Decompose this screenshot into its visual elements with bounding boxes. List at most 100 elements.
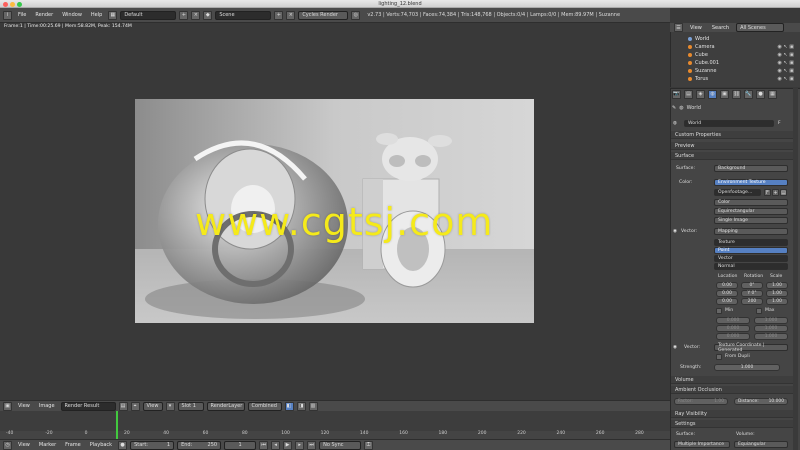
panel-volume[interactable]: Volume — [671, 376, 793, 384]
timeline-menu-marker[interactable]: Marker — [36, 442, 59, 448]
rotation-z-field[interactable]: 200 — [741, 298, 763, 305]
render-tab-icon[interactable]: 📷 — [672, 89, 681, 99]
min-z-field[interactable]: 0.000 — [716, 333, 750, 340]
render-pass-select[interactable]: Combined — [247, 401, 282, 411]
max-checkbox[interactable] — [756, 308, 762, 314]
vector-type-vector[interactable]: Vector — [714, 255, 788, 262]
panel-preview[interactable]: Preview — [671, 142, 793, 150]
multiple-importance-checkbox[interactable]: Multiple Importance — [674, 441, 730, 448]
info-editor-icon[interactable]: i — [3, 10, 12, 20]
layout-select[interactable]: Default — [120, 10, 177, 20]
outliner-editor-icon[interactable]: ☰ — [674, 23, 683, 32]
properties-scrollbar[interactable] — [793, 88, 798, 450]
render-result-select[interactable]: Render Result — [60, 401, 116, 411]
outliner-filter-select[interactable]: All Scenes — [736, 23, 785, 32]
texture-tab-icon[interactable]: ▦ — [768, 89, 777, 99]
surface-shader-select[interactable]: Background — [714, 165, 788, 172]
color-node-select[interactable]: Environment Texture — [714, 179, 788, 186]
menu-file[interactable]: File — [15, 12, 29, 18]
current-frame-field[interactable]: 1 — [224, 440, 257, 450]
slot-select[interactable]: Slot 1 — [177, 401, 204, 411]
menu-render[interactable]: Render — [32, 12, 56, 18]
jump-end-icon[interactable]: ⏭ — [307, 440, 317, 450]
start-frame-field[interactable]: Start: 1 — [130, 440, 175, 450]
ao-distance-field[interactable]: Distance: 10.000 — [734, 398, 788, 405]
mapping-select[interactable]: Mapping — [714, 228, 788, 235]
visibility-icons[interactable]: ◉ ↖ ▣ — [778, 76, 794, 82]
display-channels-icon[interactable]: ◧ — [284, 401, 294, 411]
rotation-y-field[interactable]: Y 0° — [741, 290, 763, 297]
world-tab-icon[interactable]: ◍ — [708, 89, 717, 99]
image-menu-view[interactable]: View — [15, 403, 33, 409]
image-pin-icon[interactable]: ⌖ — [130, 401, 140, 411]
play-icon[interactable]: ▶ — [283, 440, 293, 450]
playhead[interactable] — [116, 411, 118, 439]
location-x-field[interactable]: 0.00 — [716, 282, 738, 289]
timeline-menu-view[interactable]: View — [15, 442, 33, 448]
view-mode-select[interactable]: View — [142, 401, 163, 411]
keying-set-icon[interactable]: ⚿ — [364, 440, 374, 450]
max-z-field[interactable]: 1.000 — [754, 333, 788, 340]
min-checkbox[interactable] — [716, 308, 722, 314]
layout-remove-button[interactable]: × — [191, 10, 201, 20]
render-layer-select[interactable]: RenderLayer — [206, 401, 245, 411]
world-datablock-icon[interactable]: ◍ — [673, 121, 677, 126]
panel-ray-visibility[interactable]: Ray Visibility — [671, 410, 793, 418]
ao-factor-field[interactable]: Factor: 1.00 — [674, 398, 728, 405]
image-fake-user-button[interactable]: F — [764, 189, 771, 196]
vector-type-point[interactable]: Point — [714, 247, 788, 254]
render-engine-select[interactable]: Cycles Render — [298, 10, 349, 20]
alpha-channel-icon[interactable]: ◨ — [296, 401, 306, 411]
pin-icon[interactable]: ✎ — [672, 105, 676, 111]
image-menu-image[interactable]: Image — [36, 403, 58, 409]
image-open-button[interactable]: ▤ — [780, 189, 787, 196]
record-icon[interactable]: ● — [118, 440, 128, 450]
from-dupli-checkbox[interactable] — [716, 354, 722, 360]
image-new-button[interactable]: + — [772, 189, 779, 196]
scene-tab-icon[interactable]: ◈ — [696, 89, 705, 99]
scale-x-field[interactable]: 1.00 — [766, 282, 788, 289]
timeline-editor-icon[interactable]: ◷ — [3, 440, 12, 450]
z-buffer-icon[interactable]: ▥ — [308, 401, 318, 411]
scale-z-field[interactable]: 1.00 — [766, 298, 788, 305]
min-y-field[interactable]: 0.000 — [716, 325, 750, 332]
next-key-icon[interactable]: ▸ — [295, 440, 305, 450]
outliner-item-cube-001[interactable]: Cube.001 ◉ ↖ ▣ — [670, 59, 800, 67]
image-editor-type-icon[interactable]: ▣ — [3, 401, 12, 411]
panel-surface[interactable]: Surface — [671, 152, 793, 160]
visibility-icons[interactable]: ◉ ↖ ▣ — [778, 44, 794, 50]
layers-tab-icon[interactable]: ▤ — [684, 89, 693, 99]
constraints-tab-icon[interactable]: ⛓ — [732, 89, 741, 99]
outliner-item-camera[interactable]: Camera ◉ ↖ ▣ — [670, 43, 800, 51]
texture-coordinate-select[interactable]: Texture Coordinate | Generated — [714, 343, 788, 353]
sync-select[interactable]: No Sync — [319, 440, 362, 450]
fake-user-button[interactable]: F — [778, 121, 781, 126]
location-z-field[interactable]: 0.00 — [716, 298, 738, 305]
outliner-item-cube[interactable]: Cube ◉ ↖ ▣ — [670, 51, 800, 59]
vector-type-texture[interactable]: Texture — [714, 239, 788, 246]
scene-icon[interactable]: ◆ — [203, 10, 213, 20]
strength-field[interactable]: 1.000 — [714, 364, 780, 371]
scene-select[interactable]: Scene — [215, 10, 272, 20]
jump-start-icon[interactable]: ⏮ — [259, 440, 269, 450]
menu-window[interactable]: Window — [59, 12, 85, 18]
visibility-icons[interactable]: ◉ ↖ ▣ — [778, 52, 794, 58]
object-tab-icon[interactable]: ▣ — [720, 89, 729, 99]
world-name-field[interactable]: World — [684, 120, 774, 127]
prev-key-icon[interactable]: ◂ — [271, 440, 281, 450]
scene-add-button[interactable]: + — [274, 10, 284, 20]
panel-ambient-occlusion[interactable]: Ambient Occlusion — [671, 386, 793, 394]
image-datablock-field[interactable]: Openfootage... — [714, 189, 761, 196]
outliner-item-torus[interactable]: Torus ◉ ↖ ▣ — [670, 75, 800, 83]
layout-icon[interactable]: ▦ — [108, 10, 118, 20]
outliner-item-suzanne[interactable]: Suzanne ◉ ↖ ▣ — [670, 67, 800, 75]
view-mode-icon[interactable]: ▾ — [165, 401, 175, 411]
panel-settings[interactable]: Settings — [671, 420, 793, 428]
source-select[interactable]: Single Image — [714, 217, 788, 224]
volume-sampling-select[interactable]: Equiangular — [734, 441, 788, 448]
outliner-menu-view[interactable]: View — [687, 25, 705, 31]
visibility-icons[interactable]: ◉ ↖ ▣ — [778, 68, 794, 74]
menu-help[interactable]: Help — [88, 12, 105, 18]
panel-custom-properties[interactable]: Custom Properties — [671, 131, 793, 139]
outliner-menu-search[interactable]: Search — [709, 25, 732, 31]
